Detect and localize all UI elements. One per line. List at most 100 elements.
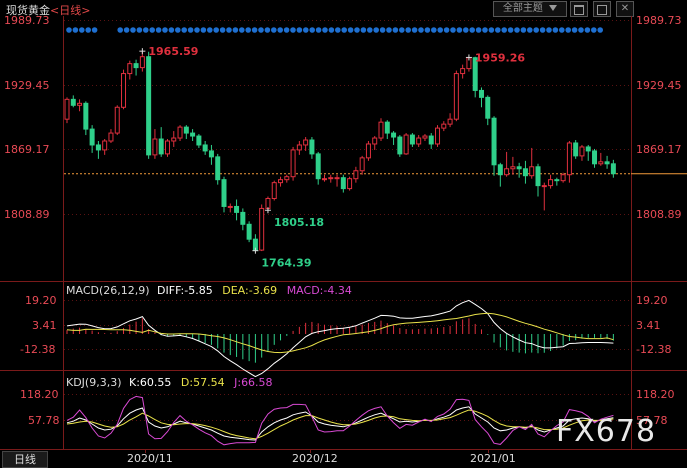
d-value: 57.54 [193, 376, 225, 389]
candle [234, 199, 240, 221]
event-dot [322, 27, 328, 33]
event-dot [591, 27, 597, 33]
event-dot [443, 27, 450, 33]
candle [121, 69, 127, 110]
event-dot [546, 27, 552, 33]
candle [397, 135, 403, 157]
event-dot [335, 27, 341, 33]
candle [278, 176, 284, 187]
event-dot [277, 27, 284, 33]
macd-legend: MACD(26,12,9) DIFF:-5.85 DEA:-3.69 MACD:… [66, 284, 352, 297]
macd-axis-label: 3.41 [636, 319, 661, 332]
event-dot [386, 27, 392, 33]
candle [359, 155, 365, 175]
candle [196, 134, 202, 148]
candle [183, 125, 189, 140]
candle [497, 162, 503, 187]
event-dot [245, 27, 251, 33]
event-dot [501, 27, 508, 33]
macd-axis-label: 3.41 [32, 319, 57, 332]
candle [64, 97, 70, 124]
event-dot [469, 27, 476, 33]
candle [240, 208, 246, 231]
event-dot [175, 27, 181, 33]
d-label: D: [181, 376, 193, 389]
candle [566, 141, 572, 183]
candle [560, 172, 566, 183]
price-axis-label: 1989.73 [636, 14, 682, 27]
event-dot [450, 27, 456, 33]
extreme-marker: 1805.18 [264, 207, 324, 229]
event-dot [264, 27, 271, 33]
candle [152, 129, 158, 159]
candle [541, 182, 547, 211]
event-dot [187, 27, 194, 33]
event-dot [367, 27, 373, 33]
candle [102, 139, 108, 155]
price-axis-label: 1869.17 [636, 143, 682, 156]
event-dot [520, 27, 527, 33]
candle [372, 136, 378, 150]
event-dot [379, 27, 386, 33]
candle [610, 159, 616, 178]
event-dot [565, 27, 571, 33]
event-dot [66, 27, 72, 33]
candle [592, 148, 598, 168]
extreme-label: 1805.18 [274, 216, 324, 229]
dif-value: -5.85 [184, 284, 212, 297]
macd-axis-label: -12.38 [20, 343, 55, 356]
date-tick: 2020/11 [127, 452, 173, 465]
candle [529, 147, 535, 179]
event-dot [168, 27, 175, 33]
candle [177, 125, 183, 141]
event-dot [219, 27, 226, 33]
candle [77, 99, 83, 112]
watermark-logo: FX678 [556, 414, 657, 449]
macd-label: MACD: [287, 284, 324, 297]
event-dot [437, 27, 444, 33]
candle [315, 151, 321, 185]
candle [585, 144, 591, 161]
event-dot [123, 27, 130, 33]
candle [384, 120, 390, 140]
candle [146, 51, 152, 159]
event-dot [226, 27, 232, 33]
candle [89, 125, 95, 153]
price-axis-label: 1989.73 [4, 14, 50, 27]
dea-value: -3.69 [249, 284, 277, 297]
event-dot [399, 27, 405, 33]
chart-svg[interactable]: 1965.59 1959.26 1764.39 1805.18 1989.73 198… [0, 0, 687, 468]
price-axis-label: 1929.45 [4, 79, 50, 92]
macd-value: -4.34 [323, 284, 351, 297]
candle [108, 129, 114, 143]
candle [227, 203, 233, 213]
event-dot [418, 27, 424, 33]
candle [598, 152, 604, 166]
candle [453, 70, 459, 122]
event-dot [584, 27, 591, 33]
candle [548, 174, 554, 189]
candle [321, 174, 327, 182]
event-dot [315, 27, 322, 33]
candle [554, 177, 560, 186]
price-axis-label: 1808.89 [636, 208, 682, 221]
extreme-label: 1764.39 [261, 257, 311, 270]
event-dot [290, 27, 296, 33]
dea-label: DEA: [222, 284, 248, 297]
candle [416, 135, 422, 147]
candle [190, 129, 196, 141]
chart-window: 现货黄金<日线> 全部主题 ✕ 1965.59 1959.26 1764.39 180… [0, 0, 687, 468]
event-dot [258, 27, 264, 33]
candle [328, 174, 334, 183]
event-dot [597, 27, 603, 33]
candle [510, 156, 516, 175]
event-dot [271, 27, 277, 33]
event-dot [283, 27, 290, 33]
event-dot [162, 27, 168, 33]
event-dot [303, 27, 309, 33]
period-button[interactable]: 日线 [2, 451, 48, 468]
candle [535, 163, 541, 197]
macd-axis-label: 19.20 [636, 294, 668, 307]
event-dot [341, 27, 348, 33]
event-dot [488, 27, 495, 33]
